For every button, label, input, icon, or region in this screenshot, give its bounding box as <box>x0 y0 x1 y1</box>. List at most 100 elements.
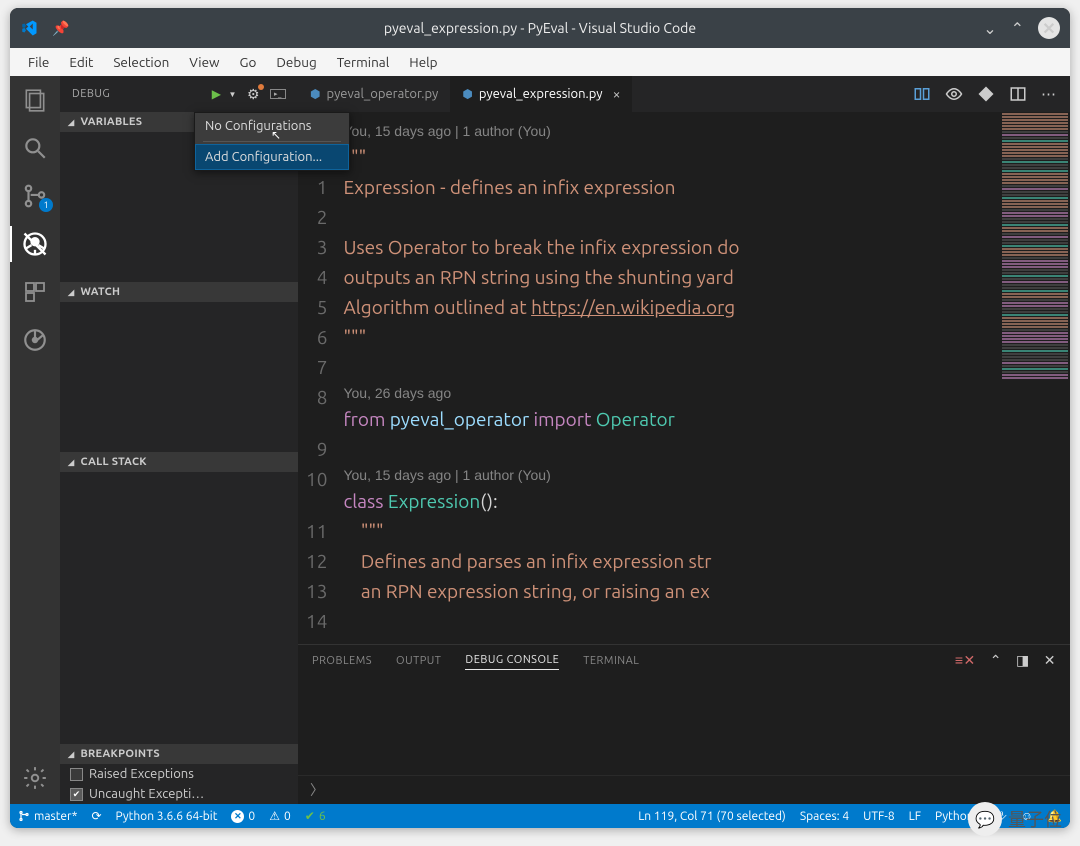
config-dropdown-arrow-icon[interactable]: ▼ <box>229 90 237 99</box>
main-area: 1 DEBUG ▶ ▼ ⚙ ▸_ ◢VARIABLES ◢WATCH ◢CALL… <box>10 76 1070 804</box>
editor-actions: ⋯ <box>899 76 1070 112</box>
watermark-text: 量子位 <box>1008 806 1062 832</box>
code-content[interactable]: You, 15 days ago | 1 author (You)""" Exp… <box>343 112 1000 644</box>
callstack-panel-header[interactable]: ◢CALL STACK <box>60 452 298 472</box>
gear-warning-dot <box>258 84 264 90</box>
pin-icon[interactable]: 📌 <box>52 20 69 37</box>
sidebar-header: DEBUG ▶ ▼ ⚙ ▸_ <box>60 76 298 112</box>
watch-panel-header[interactable]: ◢WATCH <box>60 282 298 302</box>
breakpoint-raised[interactable]: Raised Exceptions <box>60 764 298 784</box>
bottom-panel: PROBLEMS OUTPUT DEBUG CONSOLE TERMINAL ≡… <box>298 644 1070 804</box>
indentation[interactable]: Spaces: 4 <box>800 810 849 823</box>
cursor-position[interactable]: Ln 119, Col 71 (70 selected) <box>638 810 786 823</box>
preview-icon[interactable] <box>945 85 963 103</box>
status-bar: master* ⟳ Python 3.6.6 64-bit ✕0 ⚠0 ✔ 6 … <box>10 804 1070 828</box>
tab-pyeval-operator[interactable]: ⬢ pyeval_operator.py <box>298 76 450 112</box>
tests-passed[interactable]: ✔ 6 <box>305 809 326 823</box>
window-titlebar[interactable]: 📌 pyeval_expression.py - PyEval - Visual… <box>10 8 1070 48</box>
menu-help[interactable]: Help <box>399 50 447 74</box>
diff-icon[interactable] <box>977 85 995 103</box>
eol[interactable]: LF <box>909 810 921 823</box>
gitlens-icon[interactable] <box>21 326 49 354</box>
split-editor-icon[interactable] <box>1009 85 1027 103</box>
debug-console-toggle-icon[interactable]: ▸_ <box>270 89 286 99</box>
minimize-icon[interactable]: ⌄ <box>983 19 996 38</box>
debug-console-input[interactable]: 〉 <box>298 775 1070 804</box>
code-lens[interactable]: You, 15 days ago | 1 author (You) <box>343 464 1000 486</box>
panel-tab-debug-console[interactable]: DEBUG CONSOLE <box>465 651 559 670</box>
breakpoints-panel-header[interactable]: ◢BREAKPOINTS <box>60 744 298 764</box>
vscode-window: 📌 pyeval_expression.py - PyEval - Visual… <box>10 8 1070 828</box>
explorer-icon[interactable] <box>21 86 49 114</box>
encoding[interactable]: UTF-8 <box>863 810 894 823</box>
panel-tab-terminal[interactable]: TERMINAL <box>583 652 639 670</box>
panel-tab-output[interactable]: OUTPUT <box>396 652 441 670</box>
panel-tab-problems[interactable]: PROBLEMS <box>312 652 372 670</box>
clear-console-icon[interactable]: ≡✕ <box>955 652 976 669</box>
code-lens[interactable]: You, 26 days ago <box>343 382 1000 404</box>
tab-pyeval-expression[interactable]: ⬢ pyeval_expression.py × <box>450 76 632 112</box>
line-gutter: 1 2 3 4 5 6 7 8 9 10 11 12 13 14 <box>298 112 343 644</box>
maximize-panel-icon[interactable]: ◨ <box>1016 652 1030 669</box>
tab-close-icon[interactable]: × <box>613 86 621 102</box>
panel-tabs: PROBLEMS OUTPUT DEBUG CONSOLE TERMINAL ≡… <box>298 645 1070 676</box>
watermark-icon: 💬 <box>968 802 1002 836</box>
warning-icon: ⚠ <box>269 809 280 823</box>
warnings-count[interactable]: ⚠0 <box>269 809 291 823</box>
watermark: 💬 量子位 <box>968 802 1062 836</box>
extensions-icon[interactable] <box>21 278 49 306</box>
git-branch[interactable]: master* <box>18 810 77 823</box>
checkbox-checked-icon[interactable]: ✔ <box>70 788 83 801</box>
watch-panel-body <box>60 302 298 452</box>
more-actions-icon[interactable]: ⋯ <box>1041 85 1056 103</box>
debug-console-output <box>298 676 1070 775</box>
checkbox-unchecked-icon[interactable] <box>70 768 83 781</box>
configure-gear-icon[interactable]: ⚙ <box>247 86 260 103</box>
close-icon[interactable]: ✕ <box>1038 17 1060 39</box>
code-editor[interactable]: 1 2 3 4 5 6 7 8 9 10 11 12 13 14 You, 15… <box>298 112 1070 644</box>
menu-file[interactable]: File <box>18 50 59 74</box>
activity-bar: 1 <box>10 76 60 804</box>
menu-edit[interactable]: Edit <box>59 50 103 74</box>
start-debug-icon[interactable]: ▶ <box>212 87 222 101</box>
breakpoints-panel-body: Raised Exceptions ✔Uncaught Excepti… <box>60 764 298 804</box>
vscode-logo-icon <box>20 19 38 37</box>
python-file-icon: ⬢ <box>310 87 320 101</box>
debug-icon[interactable] <box>21 230 49 258</box>
callstack-panel-body <box>60 472 298 744</box>
python-interpreter[interactable]: Python 3.6.6 64-bit <box>116 810 218 823</box>
menu-view[interactable]: View <box>179 50 229 74</box>
settings-gear-icon[interactable] <box>21 764 49 792</box>
minimap[interactable] <box>1000 112 1070 644</box>
debug-sidebar: DEBUG ▶ ▼ ⚙ ▸_ ◢VARIABLES ◢WATCH ◢CALL S… <box>60 76 298 804</box>
sync-icon[interactable]: ⟳ <box>91 809 101 823</box>
debug-toolbar: ▶ ▼ ⚙ ▸_ <box>212 86 286 103</box>
error-icon: ✕ <box>231 810 244 823</box>
editor-tabs: ⬢ pyeval_operator.py ⬢ pyeval_expression… <box>298 76 1070 112</box>
collapse-icon: ◢ <box>68 750 74 759</box>
menu-go[interactable]: Go <box>230 50 267 74</box>
collapse-panel-icon[interactable]: ⌃ <box>990 652 1002 669</box>
dropdown-add-configuration[interactable]: Add Configuration... <box>195 144 349 170</box>
maximize-icon[interactable]: ⌃ <box>1011 19 1024 38</box>
window-controls: ⌄ ⌃ ✕ <box>983 17 1060 39</box>
compare-icon[interactable] <box>913 85 931 103</box>
debug-title: DEBUG <box>72 88 110 100</box>
close-panel-icon[interactable]: ✕ <box>1044 652 1056 669</box>
editor-area: ⬢ pyeval_operator.py ⬢ pyeval_expression… <box>298 76 1070 804</box>
collapse-icon: ◢ <box>68 458 74 467</box>
window-title: pyeval_expression.py - PyEval - Visual S… <box>384 20 696 36</box>
python-file-icon: ⬢ <box>462 87 472 101</box>
menubar: File Edit Selection View Go Debug Termin… <box>10 48 1070 76</box>
menu-terminal[interactable]: Terminal <box>327 50 400 74</box>
menu-debug[interactable]: Debug <box>266 50 326 74</box>
menu-selection[interactable]: Selection <box>103 50 179 74</box>
source-control-icon[interactable]: 1 <box>21 182 49 210</box>
search-icon[interactable] <box>21 134 49 162</box>
breakpoint-uncaught[interactable]: ✔Uncaught Excepti… <box>60 784 298 804</box>
panel-actions: ≡✕ ⌃ ◨ ✕ <box>955 652 1056 669</box>
collapse-icon: ◢ <box>68 288 74 297</box>
scm-badge: 1 <box>39 198 53 212</box>
errors-count[interactable]: ✕0 <box>231 810 255 823</box>
code-lens[interactable]: You, 15 days ago | 1 author (You) <box>343 120 1000 142</box>
